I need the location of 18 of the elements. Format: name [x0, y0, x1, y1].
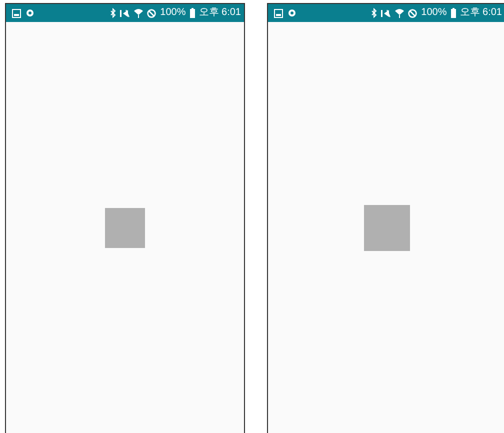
bluetooth-icon	[110, 8, 116, 18]
mute-icon	[120, 8, 130, 18]
image-icon	[274, 8, 283, 18]
blocked-icon	[147, 8, 156, 18]
square-shape	[364, 205, 410, 251]
battery-percent: 100%	[160, 8, 186, 18]
clock: 오후 6:01	[198, 8, 241, 18]
square-shape	[105, 208, 145, 248]
battery-icon	[190, 8, 195, 18]
wifi-icon	[134, 8, 144, 18]
blocked-icon	[408, 8, 418, 18]
battery-icon	[450, 8, 456, 18]
image-icon	[12, 8, 21, 18]
battery-percent: 100%	[421, 8, 447, 18]
mute-icon	[381, 8, 392, 18]
bluetooth-icon	[371, 8, 378, 18]
wifi-icon	[395, 8, 404, 18]
clock: 오후 6:01	[460, 8, 502, 18]
